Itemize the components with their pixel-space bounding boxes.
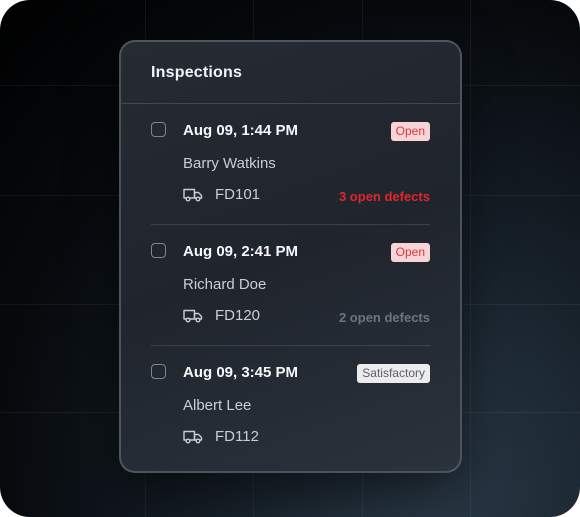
inspections-panel: Inspections Aug 09, 1:44 PM Open Barry W… (119, 40, 462, 473)
open-defects-count: 3 open defects (338, 189, 430, 204)
grid-line (470, 0, 471, 517)
inspector-name: Barry Watkins (183, 155, 276, 172)
vehicle-id: FD101 (215, 186, 261, 203)
vehicle-info: FD101 (183, 186, 260, 203)
status-badge: Satisfactory (357, 364, 430, 383)
truck-icon (183, 309, 203, 322)
inspection-date: Aug 09, 3:45 PM (183, 364, 299, 381)
vehicle-info: FD112 (183, 428, 259, 445)
inspector-name: Richard Doe (183, 276, 267, 293)
inspector-name: Albert Lee (183, 397, 252, 414)
vehicle-id: FD120 (215, 307, 261, 324)
status-badge: Open (390, 243, 430, 262)
select-checkbox[interactable] (151, 364, 166, 379)
inspection-item[interactable]: Aug 09, 2:41 PM Open Richard Doe FD120 2… (151, 224, 430, 345)
truck-icon (183, 188, 203, 201)
background-frame: Inspections Aug 09, 1:44 PM Open Barry W… (0, 0, 580, 517)
inspection-date: Aug 09, 1:44 PM (183, 122, 299, 139)
panel-header: Inspections (121, 42, 460, 104)
panel-title: Inspections (151, 64, 243, 81)
inspection-item[interactable]: Aug 09, 1:44 PM Open Barry Watkins FD101… (151, 104, 430, 224)
status-badge: Open (390, 122, 430, 141)
truck-icon (183, 430, 203, 443)
select-checkbox[interactable] (151, 122, 166, 137)
inspection-list: Aug 09, 1:44 PM Open Barry Watkins FD101… (121, 104, 460, 466)
inspection-date: Aug 09, 2:41 PM (183, 243, 299, 260)
open-defects-count: 2 open defects (338, 310, 430, 325)
inspection-item[interactable]: Aug 09, 3:45 PM Satisfactory Albert Lee … (151, 345, 430, 466)
vehicle-id: FD112 (215, 428, 259, 445)
select-checkbox[interactable] (151, 243, 166, 258)
vehicle-info: FD120 (183, 307, 260, 324)
